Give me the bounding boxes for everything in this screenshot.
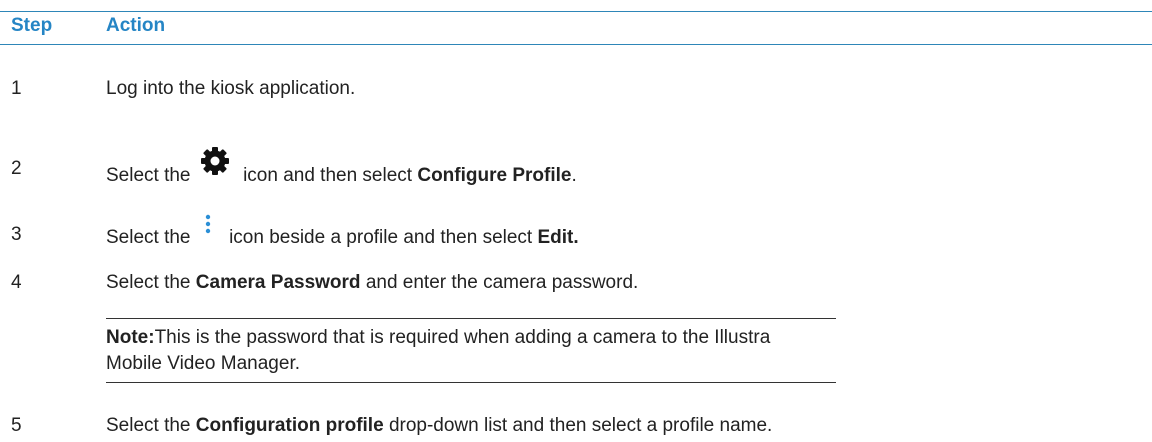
gear-icon bbox=[200, 146, 230, 182]
step-number: 4 bbox=[11, 272, 22, 293]
note-text-line2: Mobile Video Manager. bbox=[106, 353, 300, 374]
step-number: 1 bbox=[11, 78, 22, 99]
step-text-bold: Camera Password bbox=[195, 272, 361, 293]
step-text: Select the Camera Password and enter the… bbox=[106, 272, 638, 294]
step-text-bold: Configure Profile bbox=[417, 165, 572, 187]
step-text: Select the icon and then select Configur… bbox=[106, 147, 577, 194]
step-number: 3 bbox=[11, 224, 22, 245]
table-header: Step Action bbox=[0, 11, 1152, 43]
vertical-ellipsis-icon bbox=[204, 214, 212, 242]
step-text: Select the icon beside a profile and the… bbox=[106, 214, 579, 252]
step-text-bold: Configuration profile bbox=[195, 415, 384, 436]
step-text-mid: icon and then select bbox=[243, 165, 413, 187]
step-text-bold: Edit. bbox=[537, 227, 579, 249]
note-box: Note:This is the password that is requir… bbox=[106, 318, 836, 383]
step-text-pre: Select the bbox=[106, 415, 191, 436]
step-text-mid: icon beside a profile and then select bbox=[229, 227, 533, 249]
column-header-action: Action bbox=[106, 15, 166, 36]
step-text: Log into the kiosk application. bbox=[106, 78, 356, 99]
step-number: 2 bbox=[11, 158, 22, 179]
column-header-step: Step bbox=[11, 15, 53, 36]
step-text-post: and enter the camera password. bbox=[365, 272, 639, 293]
header-bottom-rule bbox=[0, 44, 1152, 45]
step-text-pre: Select the bbox=[106, 165, 191, 187]
note-label: Note: bbox=[106, 327, 155, 348]
step-text-pre: Select the bbox=[106, 272, 191, 293]
note-text: This is the password that is required wh… bbox=[154, 327, 771, 348]
step-text-post: . bbox=[571, 165, 577, 187]
step-text-post: drop-down list and then select a profile… bbox=[388, 415, 773, 436]
step-text-pre: Select the bbox=[106, 227, 191, 249]
step-text: Select the Configuration profile drop-do… bbox=[106, 415, 772, 437]
step-number: 5 bbox=[11, 415, 22, 436]
